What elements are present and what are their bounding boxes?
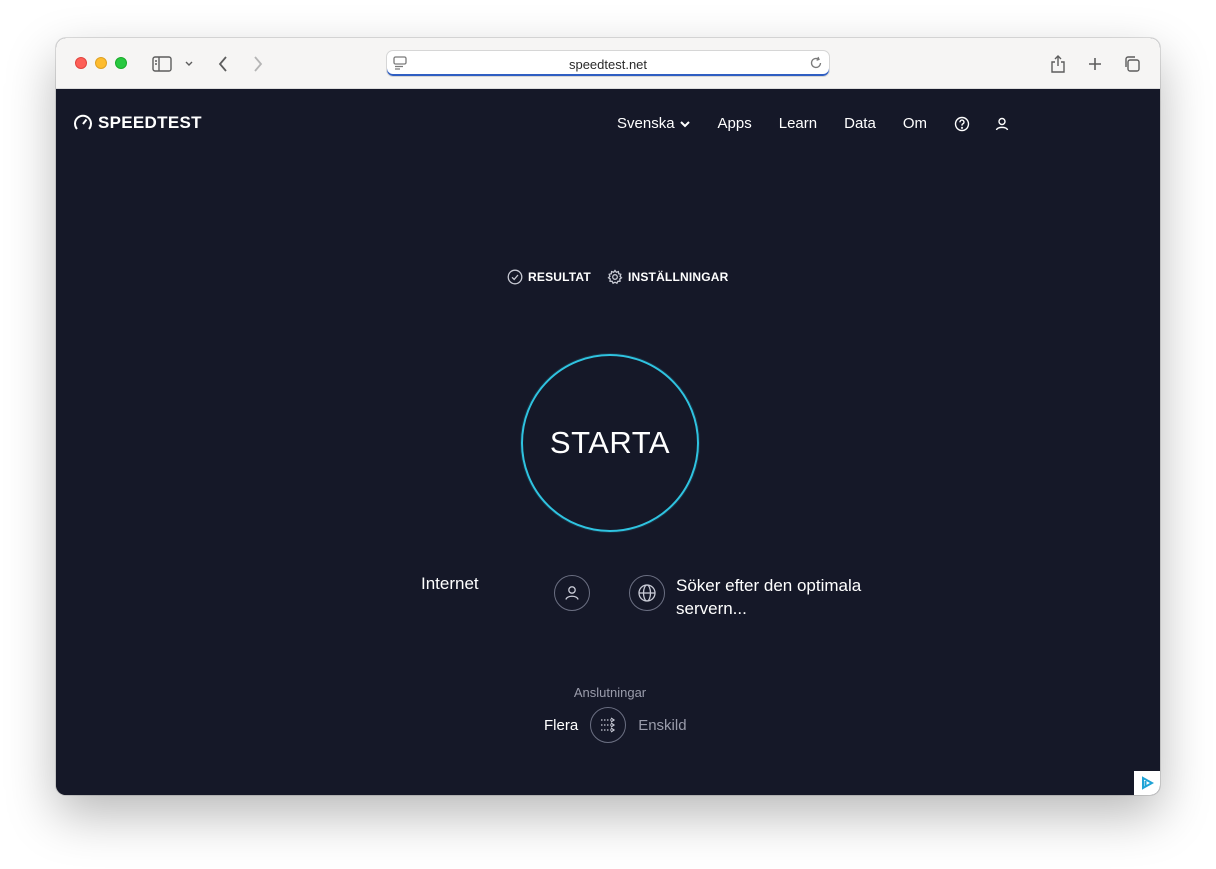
help-icon[interactable] [954, 116, 970, 132]
connections-switch: Flera Enskild [544, 707, 687, 743]
reload-icon[interactable] [809, 56, 823, 75]
sidebar-toggle-icon[interactable] [150, 52, 174, 76]
address-bar[interactable]: speedtest.net [386, 50, 830, 77]
connections-multi-option[interactable]: Flera [544, 717, 578, 734]
minimize-window-button[interactable] [95, 57, 107, 69]
tab-group-chevron-down-icon[interactable] [177, 52, 201, 76]
close-window-button[interactable] [75, 57, 87, 69]
browser-toolbar: speedtest.net [56, 38, 1160, 89]
new-tab-plus-icon[interactable] [1083, 52, 1107, 76]
back-arrow-icon[interactable] [211, 52, 235, 76]
main-nav: Svenska Apps Learn Data Om [617, 115, 1034, 132]
share-icon[interactable] [1046, 52, 1070, 76]
language-label: Svenska [617, 115, 675, 132]
tab-settings[interactable]: INSTÄLLNINGAR [607, 269, 729, 285]
logo-text: SPEEDTEST [98, 113, 202, 132]
server-status: Söker efter den optimala servern... [676, 576, 862, 618]
speedtest-page: SPEEDTEST Svenska Apps Learn Data Om RES… [56, 89, 1160, 795]
change-isp-user-icon[interactable] [554, 575, 590, 611]
nav-learn[interactable]: Learn [779, 115, 817, 132]
gear-icon [607, 269, 623, 285]
account-user-icon[interactable] [994, 116, 1010, 132]
tab-settings-label: INSTÄLLNINGAR [627, 270, 729, 284]
nav-om[interactable]: Om [903, 115, 927, 132]
speedometer-icon [74, 114, 92, 130]
address-url[interactable]: speedtest.net [387, 57, 829, 72]
check-circle-icon [507, 269, 523, 285]
start-button[interactable]: STARTA [521, 354, 699, 532]
nav-apps[interactable]: Apps [718, 115, 752, 132]
isp-name: Internet [421, 574, 479, 593]
adchoices-icon[interactable] [1134, 771, 1160, 795]
chevron-down-icon [679, 120, 690, 127]
browser-window: speedtest.net SPEEDTEST Svenska Apps Lea… [56, 38, 1160, 795]
forward-arrow-icon[interactable] [246, 52, 270, 76]
tab-results-label: RESULTAT [528, 270, 591, 284]
connections-single-option[interactable]: Enskild [638, 717, 686, 734]
tab-results[interactable]: RESULTAT [507, 269, 591, 285]
tab-overview-icon[interactable] [1120, 52, 1144, 76]
result-settings-tabs: RESULTAT INSTÄLLNINGAR [507, 269, 729, 285]
nav-data[interactable]: Data [844, 115, 876, 132]
change-server-globe-icon[interactable] [629, 575, 665, 611]
connections-toggle-icon[interactable] [590, 707, 627, 743]
zoom-window-button[interactable] [115, 57, 127, 69]
connections-label: Anslutningar [573, 685, 647, 700]
speedtest-logo[interactable]: SPEEDTEST [73, 113, 202, 133]
language-selector[interactable]: Svenska [617, 115, 691, 132]
